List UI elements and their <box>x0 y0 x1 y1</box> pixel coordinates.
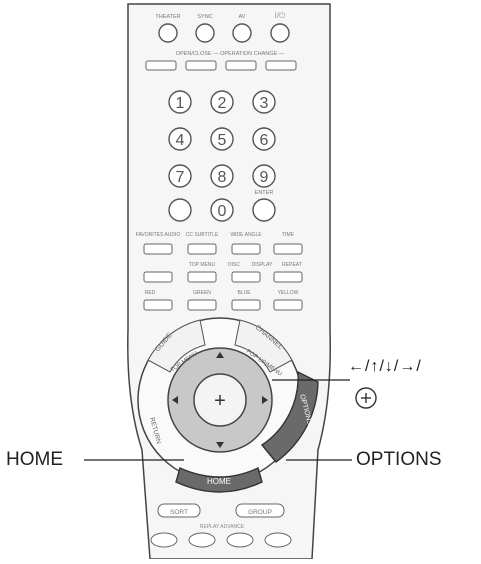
next-button[interactable] <box>264 532 292 548</box>
digit-8-label: 8 <box>218 169 227 186</box>
fn2-label-0: TOP MENU <box>189 262 216 268</box>
red-button[interactable] <box>143 299 173 311</box>
av-button[interactable] <box>232 23 252 43</box>
color-label-red: RED <box>145 290 156 296</box>
top-label-2: AV <box>239 14 246 20</box>
digit-9-label: 9 <box>260 169 269 186</box>
row2-button-1[interactable] <box>143 271 173 283</box>
yellow-button[interactable] <box>273 299 303 311</box>
fn2-label-1: DISC <box>228 262 240 268</box>
mode-button-2[interactable] <box>185 60 217 71</box>
enter-label: ENTER <box>255 190 274 196</box>
home-callout-label: HOME <box>6 449 63 470</box>
green-button[interactable] <box>187 299 217 311</box>
enter-callout-icon <box>355 387 377 409</box>
fn2-label-3: REPEAT <box>282 262 302 268</box>
color-label-green: GREEN <box>193 290 211 296</box>
digit-2-label: 2 <box>218 95 227 112</box>
row2-button-3[interactable] <box>231 271 261 283</box>
mode-button-3[interactable] <box>225 60 257 71</box>
remote-diagram: THEATER SYNC AV I/⏻ OPEN/CLOSE — OPERATI… <box>0 0 481 560</box>
digit-3-label: 3 <box>260 95 269 112</box>
sync-button[interactable] <box>195 23 215 43</box>
open-close-label: OPEN/CLOSE — OPERATION CHANGE — <box>176 51 285 57</box>
digit-7-label: 7 <box>176 169 185 186</box>
fn-label-3: TIME <box>282 232 295 238</box>
row2-button-2[interactable] <box>187 271 217 283</box>
power-button[interactable] <box>270 23 290 43</box>
fn-label-2: WIDE ANGLE <box>230 232 262 238</box>
options-callout-label: OPTIONS <box>356 449 442 470</box>
top-label-0: THEATER <box>155 14 180 20</box>
center-plus: + <box>214 390 226 412</box>
enter-button[interactable] <box>252 198 276 222</box>
color-label-blue: BLUE <box>237 290 251 296</box>
digit-5-label: 5 <box>218 132 227 149</box>
transport-label: REPLAY ADVANCE <box>200 524 245 530</box>
favorites-button[interactable] <box>143 243 173 255</box>
subtitle-button[interactable] <box>187 243 217 255</box>
digit-0-label: 0 <box>218 203 227 220</box>
digit-6-label: 6 <box>260 132 269 149</box>
home-key-label: HOME <box>207 477 231 486</box>
group-label: GROUP <box>248 509 272 516</box>
row2-button-4[interactable] <box>273 271 303 283</box>
arrows-callout-label: ←/↑/↓/→/ <box>348 358 422 375</box>
theater-button[interactable] <box>158 23 178 43</box>
advance-button[interactable] <box>226 532 254 548</box>
color-label-yellow: YELLOW <box>278 290 299 296</box>
digit-4-label: 4 <box>176 132 185 149</box>
fn-label-1: CC SUBTITLE <box>186 232 219 238</box>
fn2-label-2: DISPLAY <box>252 262 273 268</box>
remote-control-illustration: THEATER SYNC AV I/⏻ OPEN/CLOSE — OPERATI… <box>84 3 377 560</box>
angle-button[interactable] <box>231 243 261 255</box>
sort-label: SORT <box>170 509 188 516</box>
mode-button-4[interactable] <box>265 60 297 71</box>
blue-button[interactable] <box>231 299 261 311</box>
digit-1-label: 1 <box>176 95 185 112</box>
prev-button[interactable] <box>150 532 178 548</box>
replay-button[interactable] <box>188 532 216 548</box>
top-label-1: SYNC <box>197 14 212 20</box>
clear-button[interactable] <box>168 198 192 222</box>
time-button[interactable] <box>273 243 303 255</box>
top-label-3: I/⏻ <box>275 11 286 20</box>
mode-button-1[interactable] <box>145 60 177 71</box>
fn-label-0: FAVORITES AUDIO <box>136 232 181 238</box>
